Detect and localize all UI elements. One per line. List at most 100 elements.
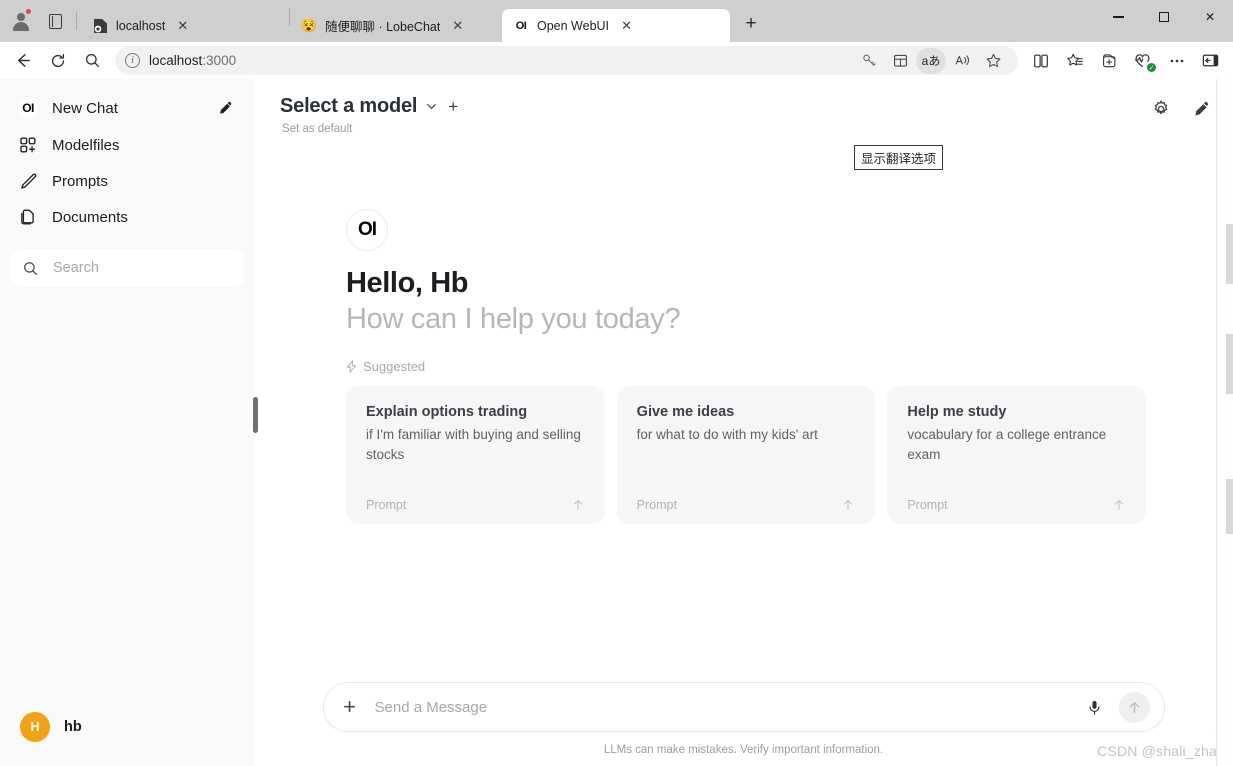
tab-title: localhost [116,18,166,33]
card-type-label: Prompt [366,497,407,512]
sidebar-item-prompts[interactable]: Prompts [10,163,244,199]
card-subtitle: for what to do with my kids' art [636,426,818,442]
tab-strip: localhost ✕ 😵 随便聊聊 · LobeChat ✕ OI Open … [0,0,1233,42]
set-as-default-button[interactable]: Set as default [282,123,458,135]
browser-window: localhost ✕ 😵 随便聊聊 · LobeChat ✕ OI Open … [0,0,1233,766]
sidebar-user-menu[interactable]: H hb [8,702,246,752]
vertical-tabs-icon [48,13,62,29]
suggested-label: Suggested [363,358,426,374]
add-model-button[interactable]: + [448,98,458,115]
translate-icon[interactable]: aあ [916,47,946,74]
split-grid-icon[interactable] [885,48,915,74]
site-info-icon[interactable]: i [125,53,140,68]
tab-close-button[interactable]: ✕ [448,16,467,35]
compose-icon[interactable] [214,97,236,119]
plus-icon: + [745,13,757,34]
disclaimer-text: LLMs can make mistakes. Verify important… [603,744,884,756]
toolbar-right-actions: ✓ [1024,46,1227,75]
new-chat-compose-icon[interactable] [1189,97,1213,121]
modelfiles-grid-icon [18,135,38,155]
tab-separator [76,12,77,30]
tab-close-button[interactable]: ✕ [617,16,636,35]
favorite-star-icon[interactable] [978,48,1008,74]
maximize-icon [1159,12,1169,22]
sidebar-item-label: Prompts [52,172,108,190]
card-title: Give me ideas [636,403,735,420]
chevron-down-icon[interactable] [425,100,438,113]
browser-tab-localhost[interactable]: localhost ✕ [81,9,289,42]
search-button[interactable] [76,46,109,75]
sidebar-search[interactable] [10,249,244,287]
settings-gear-icon[interactable] [1149,97,1173,121]
browser-essentials-icon[interactable]: ✓ [1126,46,1159,75]
address-bar[interactable]: i localhost:3000 aあ [115,46,1018,75]
profile-button[interactable] [4,3,38,39]
read-aloud-icon[interactable] [947,48,977,74]
suggestion-card[interactable]: Help me study vocabulary for a college e… [887,385,1147,524]
settings-more-icon[interactable] [1160,46,1193,75]
vertical-tabs-button[interactable] [38,3,72,39]
oi-logo-icon: OI [18,97,38,119]
right-edge-strip [1216,79,1233,766]
watermark: CSDN @shali_zhao [1097,743,1225,759]
search-icon [20,258,40,278]
sidebar-toggle-icon[interactable] [1194,46,1227,75]
sidebar-item-label: Modelfiles [52,136,120,154]
lightning-icon [346,360,357,373]
card-type-label: Prompt [907,497,948,512]
main-header-actions [1149,95,1213,121]
translate-options-tooltip: 显示翻译选项 [854,145,944,170]
main-content: Select a model + Set as default 显示翻译选项 O… [254,79,1233,766]
new-tab-button[interactable]: + [736,9,766,39]
app-sidebar: OI New Chat Modelfiles Prompts Documents… [0,79,258,766]
documents-icon [18,207,38,227]
browser-tab-open-webui[interactable]: OI Open WebUI ✕ [502,9,730,42]
suggestion-card[interactable]: Give me ideas for what to do with my kid… [616,385,876,524]
welcome-panel: OI Hello, Hb How can I help you today? S… [341,135,1147,524]
key-icon[interactable] [854,48,884,74]
collections-icon[interactable] [1058,46,1091,75]
omnibox-actions: aあ [854,47,1008,74]
message-input[interactable] [374,698,1071,716]
send-message-button[interactable] [1118,691,1150,723]
card-arrow-icon [571,498,585,512]
search-icon [85,53,100,68]
close-icon: ✕ [1204,10,1216,24]
add-attachment-button[interactable]: + [336,693,364,721]
browser-tab-lobechat[interactable]: 😵 随便聊聊 · LobeChat ✕ [290,9,502,42]
greeting-question: How can I help you today? [346,303,681,336]
main-header: Select a model + Set as default 显示翻译选项 [254,79,1233,170]
emoji-favicon: 😵 [300,18,318,33]
sidebar-item-label: Documents [52,208,128,226]
maximize-button[interactable] [1141,0,1187,34]
profile-notification-dot [25,8,32,15]
close-button[interactable]: ✕ [1187,0,1233,34]
minimize-icon [1112,16,1124,18]
reload-icon [51,53,64,67]
split-screen-icon[interactable] [1024,46,1057,75]
microphone-icon[interactable] [1082,694,1108,720]
suggestion-card[interactable]: Explain options trading if I'm familiar … [346,385,605,524]
card-arrow-icon [1112,498,1126,512]
edge-notch [1226,224,1233,284]
search-input[interactable] [53,260,240,276]
document-icon [92,18,108,34]
card-subtitle: if I'm familiar with buying and selling … [366,426,581,462]
back-button[interactable] [6,46,39,75]
card-subtitle: vocabulary for a college entrance exam [907,426,1107,462]
minimize-button[interactable] [1095,0,1141,34]
add-to-collection-icon[interactable] [1092,46,1125,75]
edge-notch [1226,334,1233,394]
message-composer[interactable]: + [322,682,1165,732]
model-selector[interactable]: Select a model + [280,95,458,118]
sidebar-item-label: New Chat [52,99,118,117]
tab-close-button[interactable]: ✕ [173,16,192,35]
sidebar-item-new-chat[interactable]: OI New Chat [10,89,244,127]
sidebar-item-modelfiles[interactable]: Modelfiles [10,127,244,163]
address-bar-url: localhost:3000 [149,53,237,68]
pencil-icon [18,171,38,191]
sidebar-resize-handle[interactable] [253,397,258,433]
reload-button[interactable] [41,46,74,75]
sidebar-item-documents[interactable]: Documents [10,199,244,235]
